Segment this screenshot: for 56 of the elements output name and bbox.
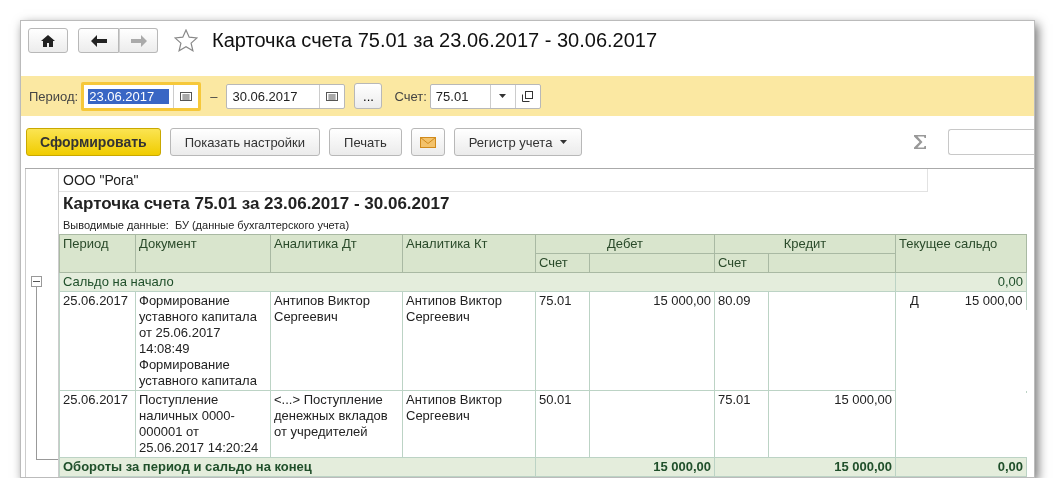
register-dropdown-button[interactable]: Регистр учета	[453, 128, 583, 156]
column-header: Дебет	[535, 234, 715, 254]
generate-button[interactable]: Сформировать	[26, 128, 161, 156]
calendar-icon[interactable]	[326, 91, 339, 101]
column-header: Аналитика Кт	[402, 234, 536, 273]
table-cell: 0,00	[895, 457, 1027, 477]
window-title: Карточка счета 75.01 за 23.06.2017 - 30.06.2017	[212, 29, 658, 52]
home-icon	[41, 34, 55, 47]
toolbar-button[interactable]: Печать	[329, 128, 402, 156]
table-cell: 75.01	[714, 390, 769, 458]
caret-icon	[560, 140, 568, 144]
sum-icon[interactable]	[913, 134, 927, 150]
more-button[interactable]: ...	[354, 83, 383, 109]
table-cell: 15 000,00	[768, 390, 896, 458]
table-cell: 25.06.2017	[59, 390, 136, 458]
account-field[interactable]: 75.01	[429, 83, 541, 109]
table-cell: 25.06.2017	[59, 291, 136, 391]
home-button[interactable]	[28, 28, 68, 53]
table-cell: 15 000,00	[964, 293, 1023, 309]
collapse-toggle[interactable]	[31, 276, 42, 287]
column-header: Документ	[135, 234, 271, 273]
column-header: Кредит	[714, 234, 896, 254]
date-separator: –	[210, 88, 218, 104]
table-cell: 80.09	[714, 291, 769, 391]
table-cell: 75.01	[535, 291, 590, 391]
table-cell: Антипов Виктор Сергеевич	[402, 390, 536, 458]
account-label: Счет:	[394, 88, 427, 104]
date-field[interactable]: 23.06.2017	[81, 81, 202, 111]
date-field[interactable]: 30.06.2017	[226, 83, 346, 109]
open-window-icon[interactable]	[522, 90, 534, 102]
forward-arrow-icon	[130, 34, 147, 47]
table-cell: <...> Поступление денежных вкладов от учредителей	[270, 390, 403, 458]
dropdown-caret-icon[interactable]	[499, 94, 507, 98]
toolbar-button[interactable]: Показать настройки	[169, 128, 321, 156]
back-button[interactable]	[78, 28, 119, 53]
email-button[interactable]	[410, 128, 445, 156]
organization-name: ООО "Рога"	[59, 169, 928, 192]
column-header: Аналитика Дт	[270, 234, 403, 273]
table-cell: 15 000,00	[589, 291, 715, 391]
table-cell-text: Д	[909, 293, 919, 309]
sum-field[interactable]	[948, 129, 1034, 155]
envelope-icon	[419, 136, 436, 148]
table-cell: Антипов Виктор Сергеевич	[270, 291, 403, 391]
report-title: Карточка счета 75.01 за 23.06.2017 - 30.06.2017	[62, 193, 451, 214]
minus-icon	[33, 278, 40, 285]
calendar-icon[interactable]	[180, 91, 193, 101]
column-header: Период	[59, 234, 136, 273]
star-icon[interactable]	[174, 28, 198, 53]
table-cell: Антипов Виктор Сергеевич	[402, 291, 536, 391]
report-note: Выводимые данные: БУ (данные бухгалтерского учета)	[62, 218, 351, 233]
period-label: Период:	[29, 88, 79, 104]
table-cell: Поступление наличных 0000-000001 от 25.06.2017 14:20:24	[135, 390, 271, 458]
table-cell: Формирование уставного капитала от 25.06.2017 14:08:49 Формирование уставного капитала	[135, 291, 271, 391]
back-arrow-icon	[90, 34, 107, 47]
table-cell: 50.01	[535, 390, 590, 458]
column-header: Текущее сальдо	[895, 234, 1027, 273]
